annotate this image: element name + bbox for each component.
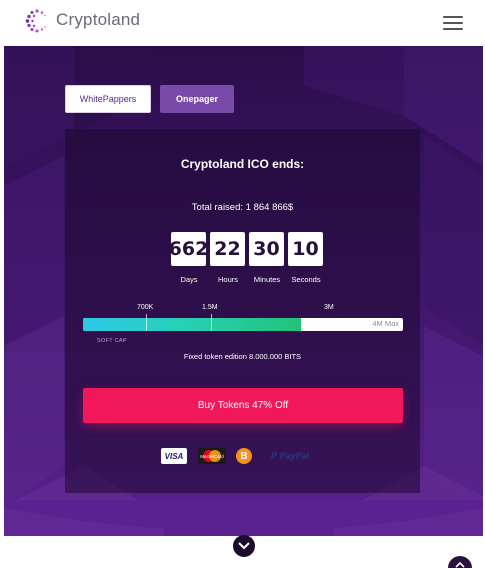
- visa-icon: VISA: [161, 448, 187, 464]
- soft-cap-label: SOFT CAP: [97, 338, 127, 344]
- onepager-button[interactable]: Onepager: [160, 85, 234, 113]
- paypal-text: PayPal: [279, 451, 310, 461]
- countdown-minutes-label: Minutes: [253, 275, 281, 284]
- chevron-down-icon[interactable]: [233, 535, 255, 557]
- total-raised: Total raised: 1 864 866$: [191, 202, 294, 213]
- fixed-token-edition: Fixed token edition 8.000.000 BITS: [183, 352, 302, 361]
- progress-tick-1-5m: 1.5M: [202, 304, 218, 311]
- paypal-icon: P PayPal: [270, 451, 310, 461]
- token-sale-progress-bar: 4M Max: [83, 318, 403, 331]
- mastercard-icon: MasterCard: [198, 448, 226, 464]
- bitcoin-icon: B: [236, 448, 252, 464]
- site-header: Cryptoland: [4, 0, 483, 46]
- progress-tick-700k: 700K: [137, 304, 154, 311]
- ico-title: Cryptoland ICO ends:: [180, 157, 305, 171]
- cryptoland-logo-icon[interactable]: [24, 8, 50, 34]
- page: Cryptoland WhitePappers Onepager Cryptol…: [4, 0, 483, 568]
- hero-bottom-wave: [4, 500, 483, 532]
- mastercard-text: MasterCard: [200, 454, 224, 459]
- hamburger-menu-icon[interactable]: [443, 15, 463, 31]
- countdown-hours-value: 22: [210, 232, 245, 266]
- countdown-hours-label: Hours: [217, 275, 238, 284]
- countdown-days-label: Days: [180, 275, 198, 284]
- progress-marker-soft-cap: [146, 314, 147, 331]
- progress-marker-1-5m: [211, 314, 212, 331]
- progress-bar-fill: [83, 318, 301, 331]
- countdown-days-value: 662: [169, 232, 208, 266]
- countdown-seconds-value: 10: [288, 232, 323, 266]
- ico-countdown-panel: Cryptoland ICO ends: Total raised: 1 864…: [65, 129, 420, 493]
- progress-max-label: 4M Max: [372, 319, 399, 328]
- countdown-minutes-value: 30: [249, 232, 284, 266]
- whitepapers-button[interactable]: WhitePappers: [65, 85, 151, 113]
- ico-hero-section: WhitePappers Onepager Cryptoland ICO end…: [4, 46, 483, 536]
- brand-name[interactable]: Cryptoland: [56, 10, 140, 30]
- buy-tokens-button[interactable]: Buy Tokens 47% Off: [83, 388, 403, 423]
- countdown-seconds-label: Seconds: [291, 275, 321, 284]
- progress-tick-3m: 3M: [324, 304, 334, 311]
